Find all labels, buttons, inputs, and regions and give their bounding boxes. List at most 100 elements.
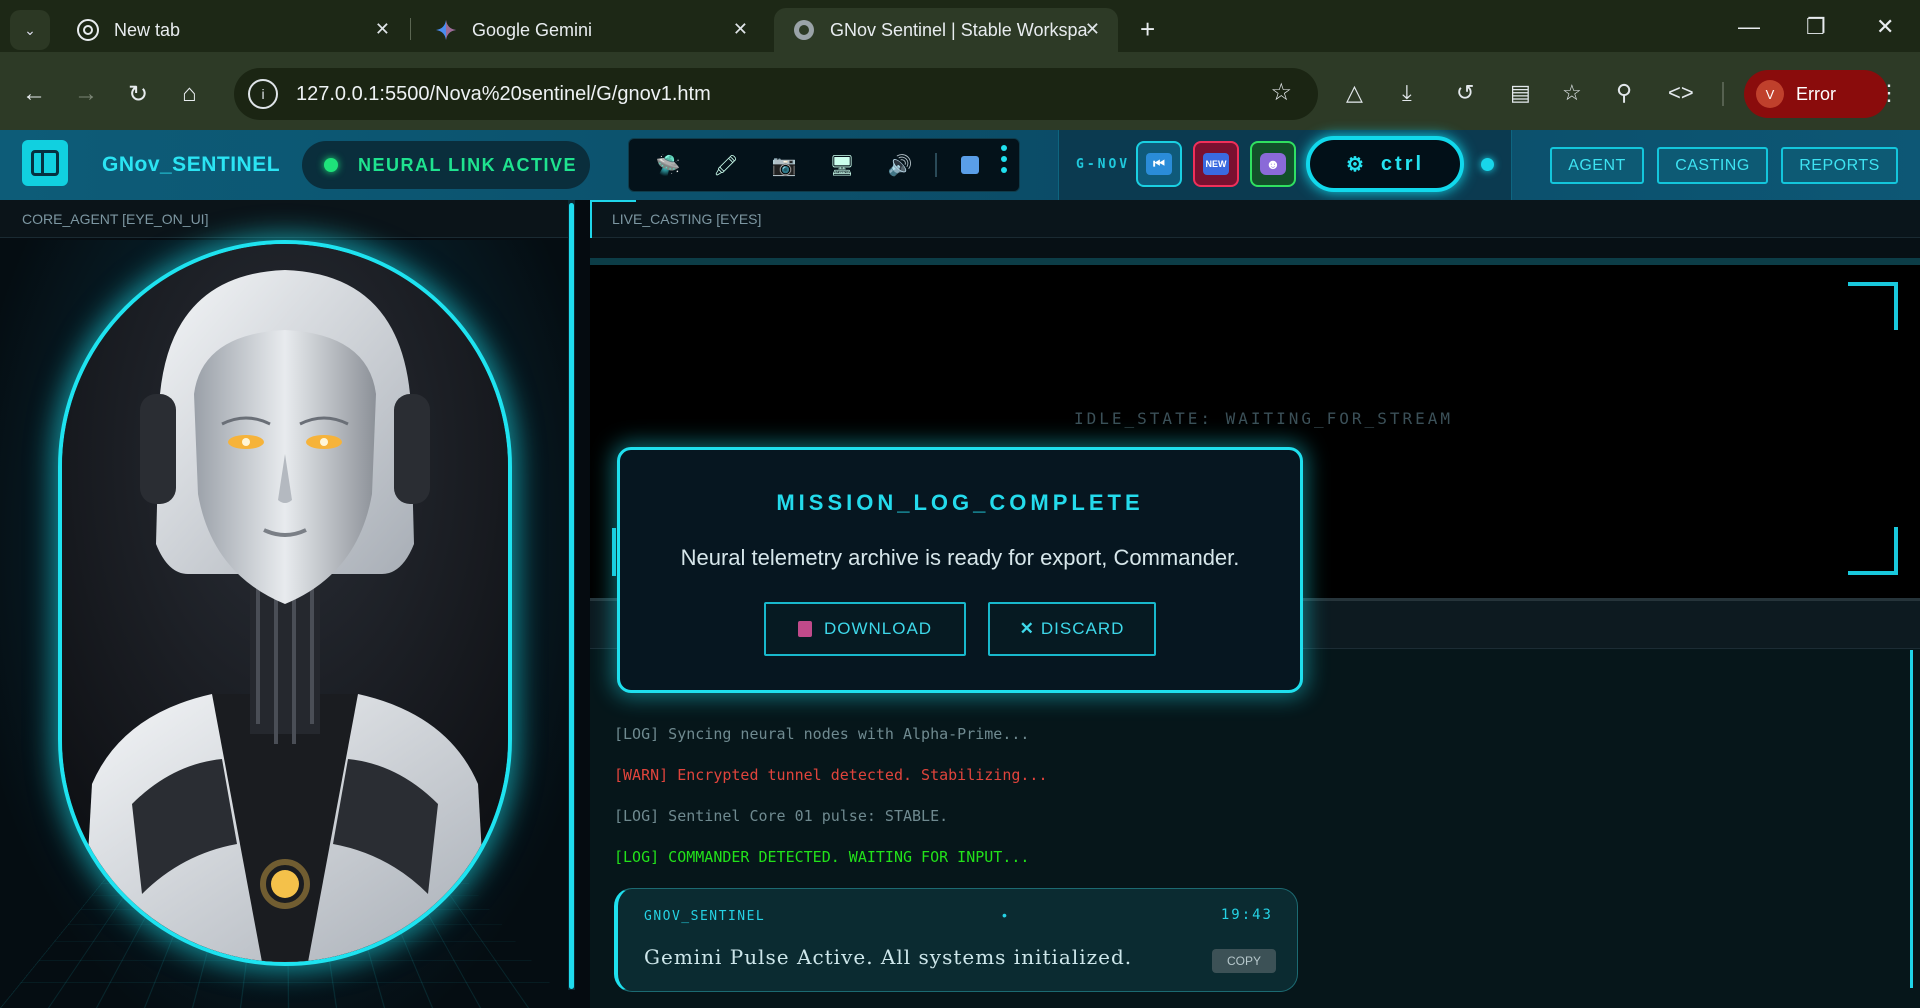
new-button[interactable]: NEW: [1193, 141, 1239, 187]
tab-casting[interactable]: CASTING: [1657, 147, 1768, 184]
tab-search-button[interactable]: ⌄: [10, 10, 50, 50]
browser-menu-icon[interactable]: ⋮: [1878, 80, 1900, 106]
ufo-icon[interactable]: 🛸: [639, 153, 697, 178]
ctrl-button[interactable]: ⚙ ctrl: [1306, 136, 1464, 192]
reading-list-icon[interactable]: ▤: [1510, 80, 1531, 106]
toolbar-divider: [1722, 82, 1724, 106]
mission-log-modal: MISSION_LOG_COMPLETE Neural telemetry ar…: [617, 447, 1303, 693]
new-icon: NEW: [1203, 153, 1229, 175]
tab-title: Google Gemini: [472, 19, 593, 40]
speaker-icon[interactable]: 🔊: [871, 153, 929, 178]
log-line: [LOG] COMMANDER DETECTED. WAITING FOR IN…: [614, 848, 1029, 866]
site-info-icon[interactable]: i: [248, 79, 278, 109]
profile-error-button[interactable]: V Error: [1744, 70, 1888, 118]
arrow-left-icon: ←: [22, 80, 46, 107]
arrow-right-icon: →: [74, 80, 98, 107]
modal-title: MISSION_LOG_COMPLETE: [776, 490, 1144, 515]
tab-agent[interactable]: AGENT: [1550, 147, 1644, 184]
minimize-button[interactable]: —: [1738, 14, 1760, 40]
plus-icon: +: [1140, 14, 1156, 44]
reload-button[interactable]: ↻: [128, 80, 148, 109]
record-icon[interactable]: [961, 156, 979, 174]
log-text: [LOG] Sentinel Core 01 pulse: STABLE.: [614, 807, 949, 825]
tab-reports[interactable]: REPORTS: [1781, 147, 1898, 184]
status-text: NEURAL LINK ACTIVE: [358, 154, 578, 175]
tab-google-gemini[interactable]: Google Gemini ✕: [416, 8, 766, 52]
address-bar[interactable]: i 127.0.0.1:5500/Nova%20sentinel/G/gnov1…: [234, 68, 1318, 120]
message-time: 19:43: [1220, 907, 1273, 923]
brand-title: GNov_SENTINEL: [102, 153, 281, 176]
viewport-top-bar: [590, 258, 1920, 265]
tab-separator: [410, 18, 411, 40]
new-tab-button[interactable]: +: [1140, 14, 1155, 45]
globe-icon: [792, 18, 816, 42]
message-text: Gemini Pulse Active. All systems initial…: [644, 945, 1133, 969]
log-text: [LOG] COMMANDER DETECTED. WAITING FOR IN…: [614, 848, 1030, 866]
chat-message: GNOV_SENTINEL • 19:43 Gemini Pulse Activ…: [614, 888, 1298, 992]
chevron-down-icon: ⌄: [24, 21, 36, 38]
tool-dock: 🛸 🖍 📷 🖥 🔊: [628, 138, 1020, 192]
ctrl-indicator-dot: [1481, 158, 1494, 171]
incognito-icon[interactable]: △: [1346, 80, 1363, 106]
pen-icon[interactable]: 🖍: [697, 153, 755, 178]
download-icon: [797, 621, 812, 637]
close-icon: ✕: [1019, 619, 1035, 638]
modal-message: Neural telemetry archive is ready for ex…: [680, 545, 1240, 570]
close-tab-icon[interactable]: ✕: [375, 19, 390, 40]
gnov-label: G-NOV: [1076, 157, 1131, 172]
close-window-button[interactable]: ✕: [1876, 14, 1894, 40]
location-pin-icon[interactable]: ⚲: [1616, 80, 1632, 106]
monitor-icon[interactable]: 🖥: [813, 153, 871, 178]
url-text: 127.0.0.1:5500/Nova%20sentinel/G/gnov1.h…: [296, 82, 711, 105]
console-scrollbar[interactable]: [1910, 650, 1913, 988]
corner-bracket: [1848, 527, 1898, 575]
rewind-icon: ⏮: [1146, 153, 1172, 175]
panel-header: LIVE_CASTING [EYES]: [590, 200, 1920, 238]
history-icon[interactable]: ↺: [1456, 80, 1474, 106]
tab-new-tab[interactable]: New tab ✕: [58, 8, 408, 52]
discard-label: DISCARD: [1040, 619, 1125, 638]
corner-bracket: [1848, 282, 1898, 330]
download-button[interactable]: DOWNLOAD: [764, 602, 966, 656]
neural-link-status: NEURAL LINK ACTIVE: [302, 141, 590, 189]
close-tab-icon[interactable]: ✕: [733, 19, 748, 40]
sidebar-layout-icon[interactable]: [22, 140, 68, 186]
forward-button[interactable]: →: [74, 80, 98, 108]
dock-menu-icon[interactable]: [1001, 145, 1007, 173]
tab-title: New tab: [114, 19, 181, 40]
profile-label: Error: [1796, 83, 1836, 104]
message-sender: GNOV_SENTINEL: [644, 909, 766, 924]
gemini-icon: [434, 18, 458, 42]
tab-gnov-sentinel[interactable]: GNov Sentinel | Stable Workspa ✕: [774, 8, 1118, 52]
log-text: [WARN] Encrypted tunnel detected. Stabil…: [614, 766, 1048, 784]
gear-icon: ⚙: [1345, 153, 1367, 176]
avatar: V: [1756, 80, 1784, 108]
discard-button[interactable]: ✕ DISCARD: [988, 602, 1156, 656]
code-icon[interactable]: <>: [1668, 80, 1694, 106]
robot-icon: ☻: [1260, 153, 1286, 175]
home-button[interactable]: ⌂: [182, 80, 197, 108]
bookmarks-icon[interactable]: ☆: [1562, 80, 1582, 106]
back-button[interactable]: ←: [22, 80, 46, 108]
copy-button[interactable]: COPY: [1212, 949, 1276, 973]
download-icon[interactable]: ⤓: [1402, 80, 1412, 106]
log-text: [LOG] Syncing neural nodes with Alpha-Pr…: [614, 725, 1030, 743]
robot-button[interactable]: ☻: [1250, 141, 1296, 187]
tab-title: GNov Sentinel | Stable Workspa: [830, 19, 1088, 40]
rewind-button[interactable]: ⏮: [1136, 141, 1182, 187]
panel-scrollbar-thumb[interactable]: [569, 203, 574, 989]
reload-icon: ↻: [128, 81, 149, 108]
restore-button[interactable]: ❐: [1806, 14, 1826, 40]
status-dot-icon: [324, 158, 338, 172]
camera-icon[interactable]: 📷: [755, 153, 813, 178]
log-line: [LOG] Syncing neural nodes with Alpha-Pr…: [614, 725, 1029, 743]
message-dot: •: [1002, 907, 1007, 923]
agent-avatar-frame: [58, 240, 512, 966]
panel-title: CORE_AGENT [EYE_ON_UI]: [22, 211, 209, 227]
download-label: DOWNLOAD: [823, 619, 933, 638]
ctrl-label: ctrl: [1380, 152, 1425, 175]
dock-divider: [935, 153, 937, 177]
close-tab-icon[interactable]: ✕: [1085, 19, 1100, 40]
panel-header: CORE_AGENT [EYE_ON_UI]: [0, 200, 570, 238]
bookmark-star-icon[interactable]: ☆: [1270, 78, 1292, 107]
